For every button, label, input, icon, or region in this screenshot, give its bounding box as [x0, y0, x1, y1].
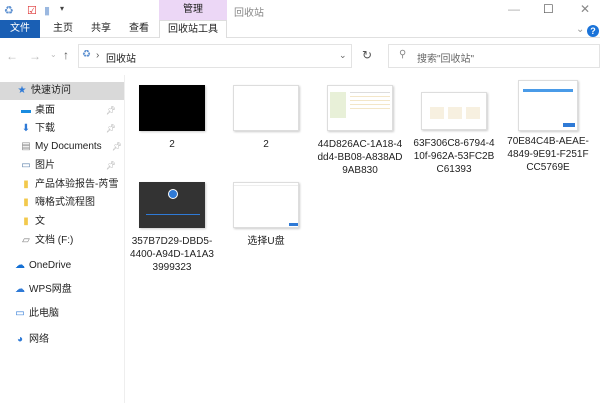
file-item[interactable]: 357B7D29-DBD5-4400-A94D-1A1A33999323: [125, 182, 219, 274]
address-bar[interactable]: ♻ › 回收站: [78, 44, 352, 68]
pictures-icon: ▭: [21, 160, 31, 171]
file-item[interactable]: 2: [219, 85, 313, 151]
nav-label: OneDrive: [29, 260, 72, 271]
search-icon: ⚲: [399, 49, 407, 60]
pin-icon[interactable]: 📌︎: [112, 138, 122, 156]
file-thumbnail: [139, 182, 205, 228]
nav-folder-report[interactable]: ▮ 产品体验报告-芮雪: [0, 176, 124, 194]
cloud-icon: ☁: [15, 260, 25, 271]
window-title: 回收站: [234, 8, 264, 19]
nav-label: 图片: [35, 160, 55, 171]
nav-network[interactable]: ◕ 网络: [0, 331, 124, 349]
folder-icon: ▮: [23, 216, 29, 227]
nav-this-pc[interactable]: ▭ 此电脑: [0, 305, 124, 323]
pin-icon[interactable]: 📌︎: [106, 120, 116, 138]
ribbon-collapse-button[interactable]: ⌄: [576, 24, 584, 35]
computer-icon: ▭: [15, 308, 25, 319]
tab-view[interactable]: 查看: [124, 20, 154, 38]
nav-wps-drive[interactable]: ☁ WPS网盘: [0, 281, 124, 299]
file-name: 63F306C8-6794-410f-962A-53FC2BC61393: [413, 138, 495, 175]
star-icon: ★: [17, 85, 27, 96]
nav-label: 网络: [29, 334, 49, 345]
file-thumbnail: [327, 85, 393, 131]
nav-label: 文: [35, 216, 45, 227]
up-button[interactable]: ↑: [63, 48, 69, 62]
search-placeholder: 搜索"回收站": [417, 54, 475, 65]
nav-desktop[interactable]: ▬ 桌面 📌︎: [0, 102, 124, 120]
new-folder-icon[interactable]: ▮: [44, 4, 50, 17]
nav-label: My Documents: [35, 141, 102, 152]
context-tab-manage[interactable]: 管理: [159, 0, 227, 20]
file-name: 44D826AC-1A18-4dd4-BB08-A838AD9AB830: [317, 139, 403, 176]
refresh-button[interactable]: ↻: [362, 48, 372, 62]
properties-icon[interactable]: ☑: [27, 4, 37, 17]
breadcrumb-recycle-bin[interactable]: 回收站: [106, 50, 136, 65]
nav-my-documents[interactable]: ▤ My Documents 📌︎: [0, 138, 124, 156]
file-thumbnail: [518, 80, 578, 131]
search-input[interactable]: ⚲ 搜索"回收站": [388, 44, 600, 68]
file-thumbnail: [233, 85, 299, 131]
folder-icon: ▮: [23, 179, 29, 190]
nav-folder-flowchart[interactable]: ▮ 嗨格式流程图: [0, 194, 124, 212]
file-thumbnail: [139, 85, 205, 131]
file-name: 357B7D29-DBD5-4400-A94D-1A1A33999323: [130, 236, 214, 273]
nav-drive-f[interactable]: ▱ 文档 (F:): [0, 232, 124, 250]
folder-icon: ▮: [23, 197, 29, 208]
recycle-bin-icon: ♻: [82, 49, 91, 60]
nav-label: 此电脑: [29, 308, 59, 319]
pin-icon[interactable]: 📌︎: [106, 102, 116, 120]
nav-onedrive[interactable]: ☁ OneDrive: [0, 257, 124, 275]
tab-recycle-bin-tools[interactable]: 回收站工具: [159, 20, 227, 38]
nav-label: 快速访问: [31, 85, 71, 96]
close-button[interactable]: ✕: [580, 2, 590, 16]
forward-button[interactable]: →: [29, 49, 41, 63]
maximize-button[interactable]: ☐: [543, 2, 554, 16]
nav-label: 文档 (F:): [35, 235, 74, 246]
tab-home[interactable]: 主页: [48, 20, 78, 38]
breadcrumb-chevron-icon: ›: [96, 50, 100, 61]
document-icon: ▤: [21, 141, 31, 152]
file-thumbnail: [421, 92, 487, 130]
recycle-bin-icon: ♻: [4, 5, 14, 17]
file-name: 2: [263, 139, 269, 150]
pin-icon[interactable]: 📌︎: [106, 157, 116, 175]
recent-locations-button[interactable]: ⌄: [50, 50, 57, 59]
navigation-pane: ★ 快速访问 ▬ 桌面 📌︎ ⬇ 下载 📌︎ ▤ My Documents 📌︎ ▭ 图片 📌︎ …: [0, 75, 125, 403]
file-item[interactable]: 44D826AC-1A18-4dd4-BB08-A838AD9AB830: [313, 85, 407, 177]
file-item[interactable]: 70E84C4B-AEAE-4849-9E91-F251FCC5769E: [501, 80, 595, 174]
file-item[interactable]: 选择U盘: [219, 182, 313, 248]
desktop-icon: ▬: [21, 105, 31, 116]
nav-folder-wen[interactable]: ▮ 文: [0, 213, 124, 231]
drive-icon: ▱: [22, 235, 30, 246]
file-item[interactable]: 63F306C8-6794-410f-962A-53FC2BC61393: [407, 92, 501, 176]
nav-pictures[interactable]: ▭ 图片 📌︎: [0, 157, 124, 175]
file-name: 70E84C4B-AEAE-4849-9E91-F251FCC5769E: [507, 136, 589, 173]
download-icon: ⬇: [21, 123, 31, 134]
nav-label: 桌面: [35, 105, 55, 116]
file-name: 2: [169, 139, 175, 150]
nav-quick-access[interactable]: ★ 快速访问: [0, 82, 124, 100]
address-dropdown-button[interactable]: ⌄: [339, 50, 347, 61]
customize-toolbar-icon[interactable]: ▾: [60, 4, 64, 13]
network-icon: ◕: [16, 334, 24, 345]
back-button[interactable]: ←: [6, 49, 18, 63]
minimize-button[interactable]: —: [508, 2, 520, 16]
nav-downloads[interactable]: ⬇ 下载 📌︎: [0, 120, 124, 138]
help-button[interactable]: ?: [587, 25, 599, 37]
nav-label: 嗨格式流程图: [35, 197, 95, 208]
nav-label: 产品体验报告-芮雪: [35, 179, 119, 190]
file-thumbnail: [233, 182, 299, 228]
nav-label: 下载: [35, 123, 55, 134]
file-name: 选择U盘: [247, 236, 285, 247]
file-item[interactable]: 2: [125, 85, 219, 151]
file-list: 2 2 44D826AC-1A18-4dd4-BB08-A838AD9AB830…: [130, 72, 600, 403]
tab-file[interactable]: 文件: [0, 20, 40, 38]
cloud-outline-icon: ☁: [15, 284, 25, 295]
tab-share[interactable]: 共享: [86, 20, 116, 38]
nav-label: WPS网盘: [29, 284, 72, 295]
